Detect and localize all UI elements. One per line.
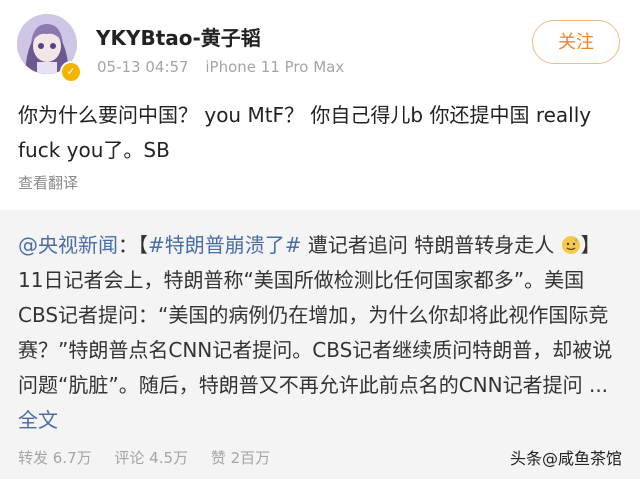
follow-button[interactable]: 关注 [532,20,620,64]
post-header: ✓ YKYBtao-黄子韬 05-13 04:57 iPhone 11 Pro … [0,0,640,90]
post-device: iPhone 11 Pro Max [205,58,345,76]
like-count[interactable]: 赞 2百万 [211,449,270,467]
post-text: 你为什么要问中国？ you MtF？ 你自己得儿b 你还提中国 really f… [18,103,592,162]
repost-ellipsis: ... [588,373,609,397]
repost-body: 】11日记者会上，特朗普称“美国所做检测比任何国家都多”。美国CBS记者提问：“… [18,233,613,397]
repost-colon-bracket: ：【 [118,233,148,257]
repost-box[interactable]: @央视新闻：【#特朗普崩溃了# 遭记者追问 特朗普转身走人 】11日记者会上，特… [0,210,640,479]
repost-text: @央视新闻：【#特朗普崩溃了# 遭记者追问 特朗普转身走人 】11日记者会上，特… [18,228,618,438]
repost-source-link[interactable]: @央视新闻 [18,233,118,257]
repost-stats: 转发 6.7万 评论 4.5万 赞 2百万 [18,447,288,468]
post-time: 05-13 04:57 [97,58,189,76]
full-text-link[interactable]: 全文 [18,408,58,432]
hashtag-link[interactable]: #特朗普崩溃了# [148,233,302,257]
watermark: 头条@咸鱼茶馆 [510,449,623,468]
repost-count[interactable]: 转发 6.7万 [18,449,92,467]
post-meta: 05-13 04:57 iPhone 11 Pro Max [97,58,356,76]
sweat-smile-emoji-icon [561,236,580,254]
translate-link[interactable]: 查看翻译 [18,172,78,193]
verified-badge-icon: ✓ [60,61,82,83]
username[interactable]: YKYBtao-黄子韬 [96,22,261,51]
repost-lead: 遭记者追问 特朗普转身走人 [301,233,555,257]
comment-count[interactable]: 评论 4.5万 [114,449,188,467]
